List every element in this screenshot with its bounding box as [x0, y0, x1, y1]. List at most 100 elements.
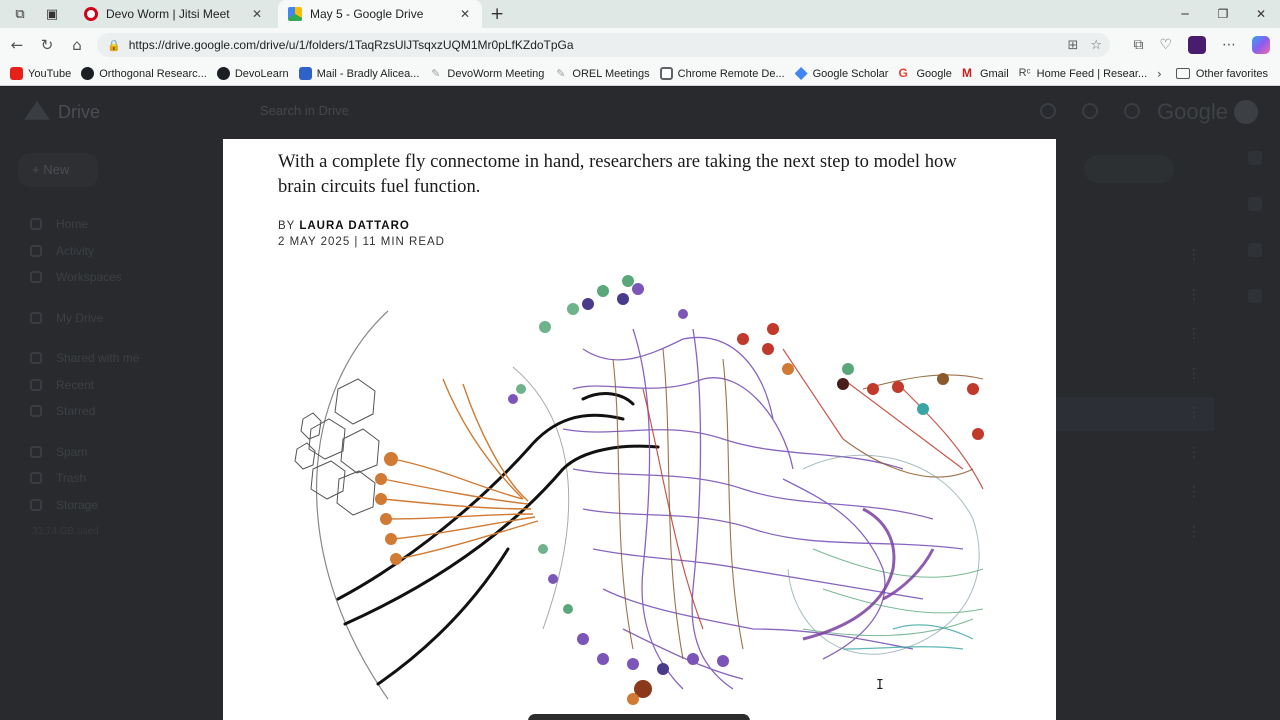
storage-usage: 33.74 GB used: [32, 525, 99, 537]
sidebar-item-workspaces[interactable]: Workspaces: [30, 264, 139, 291]
refresh-icon[interactable]: ↻: [32, 36, 62, 54]
more-actions-icon[interactable]: ⋮: [1187, 484, 1201, 524]
article-author: LAURA DATTARO: [299, 220, 410, 232]
sidebar-item-label: Starred: [56, 404, 96, 419]
close-tab-icon[interactable]: ✕: [458, 7, 472, 21]
tab-jitsi[interactable]: Devo Worm | Jitsi Meet ✕: [74, 0, 274, 28]
sidebar-item-label: Spam: [56, 444, 88, 459]
url-text[interactable]: https://drive.google.com/drive/u/1/folde…: [129, 38, 574, 52]
view-toggle[interactable]: [1084, 155, 1174, 183]
contacts-icon[interactable]: [1248, 289, 1262, 303]
more-actions-icon[interactable]: ⋮: [1187, 445, 1201, 485]
sidebar-item-shared[interactable]: Shared with me: [30, 345, 139, 372]
workspaces-icon[interactable]: ⧉: [10, 4, 30, 24]
keep-icon[interactable]: [1248, 197, 1262, 211]
side-panel-rail: [1248, 151, 1262, 335]
article-byline: BY LAURA DATTARO: [278, 220, 410, 232]
drive-logo: Drive: [24, 101, 100, 123]
close-window-icon[interactable]: ✕: [1242, 0, 1280, 28]
bookmark-devoworm-meeting[interactable]: ✎ DevoWorm Meeting: [429, 67, 544, 80]
bookmark-youtube[interactable]: YouTube: [10, 67, 71, 80]
tab-title: Devo Worm | Jitsi Meet: [106, 7, 230, 21]
back-icon[interactable]: ←: [2, 36, 32, 54]
bookmark-devolearn[interactable]: DevoLearn: [216, 67, 289, 80]
workspaces-icon: [30, 271, 42, 284]
youtube-icon: [10, 67, 23, 80]
star-icon: [30, 405, 42, 418]
bookmark-google-scholar[interactable]: Google Scholar: [794, 67, 888, 80]
tab-google-drive[interactable]: May 5 - Google Drive ✕: [278, 0, 482, 28]
sidebar-item-label: My Drive: [56, 310, 104, 325]
restore-icon[interactable]: ❐: [1204, 0, 1242, 28]
bookmark-researchgate[interactable]: Rᶜ Home Feed | Resear...: [1019, 67, 1147, 80]
sidebar-item-label: Activity: [56, 243, 95, 258]
sidebar-item-label: Workspaces: [56, 270, 122, 285]
folder-icon: [1175, 68, 1190, 79]
apps-grid-icon[interactable]: [1124, 103, 1140, 119]
bookmark-label: DevoWorm Meeting: [447, 67, 545, 80]
sidebar-item-label: Storage: [56, 497, 99, 512]
favorite-star-icon[interactable]: ☆: [1090, 38, 1102, 53]
address-toolbar: ← ↻ ⌂ 🔒 https://drive.google.com/drive/u…: [0, 28, 1280, 62]
sidebar-item-starred[interactable]: Starred: [30, 398, 139, 425]
home-icon[interactable]: ⌂: [62, 36, 92, 54]
fly-connectome-illustration: [294, 275, 984, 705]
sidebar-item-storage[interactable]: Storage: [30, 492, 139, 519]
bookmark-mail[interactable]: Mail - Bradly Alicea...: [298, 67, 419, 80]
bookmark-label: Google: [916, 67, 952, 80]
bookmark-orthogonal[interactable]: Orthogonal Researc...: [81, 67, 207, 80]
other-favorites-folder[interactable]: Other favorites: [1175, 67, 1268, 80]
new-button[interactable]: + New: [18, 153, 98, 187]
sidebar-item-spam[interactable]: Spam: [30, 439, 139, 466]
tasks-icon[interactable]: [1248, 243, 1262, 257]
sidebar-item-recent[interactable]: Recent: [30, 372, 139, 399]
video-control-bar[interactable]: [528, 714, 750, 720]
feather-icon: ✎: [431, 67, 441, 80]
vertical-tabs-icon[interactable]: ▣: [42, 4, 62, 24]
more-actions-icon[interactable]: ⋮: [1187, 247, 1201, 287]
cloud-icon: [30, 498, 42, 511]
minimize-icon[interactable]: ─: [1166, 0, 1204, 28]
more-actions-icon[interactable]: ⋮: [1187, 524, 1201, 564]
drive-search-input[interactable]: Search in Drive: [224, 97, 804, 125]
address-bar[interactable]: 🔒 https://drive.google.com/drive/u/1/fol…: [97, 33, 1110, 57]
bookmark-gmail[interactable]: M Gmail: [962, 67, 1009, 80]
other-favorites-label: Other favorites: [1195, 67, 1268, 80]
more-actions-icon[interactable]: ⋮: [1187, 287, 1201, 327]
extensions-icon[interactable]: ⧉: [1133, 37, 1143, 53]
tab-title: May 5 - Google Drive: [310, 7, 424, 21]
bookmark-label: Home Feed | Resear...: [1036, 67, 1148, 80]
remote-desktop-icon: [659, 67, 673, 80]
more-actions-icon[interactable]: ⋮: [1187, 366, 1201, 406]
browser-essentials-icon[interactable]: ♡: [1159, 37, 1172, 53]
sidebar-item-home[interactable]: Home: [30, 211, 139, 238]
bookmark-orel-meetings[interactable]: ✎ OREL Meetings: [554, 67, 649, 80]
more-menu-icon[interactable]: ⋯: [1222, 37, 1236, 53]
bookmark-google[interactable]: G Google: [898, 67, 951, 80]
github-icon: [216, 67, 230, 80]
settings-icon[interactable]: [1082, 103, 1098, 119]
calendar-icon[interactable]: [1248, 151, 1262, 165]
bookmark-chrome-remote[interactable]: Chrome Remote De...: [659, 67, 785, 80]
article-subtitle: With a complete fly connectome in hand, …: [278, 151, 957, 197]
copilot-icon[interactable]: [1252, 36, 1270, 54]
drive-logo-icon: [24, 101, 50, 120]
sidebar-item-trash[interactable]: Trash: [30, 465, 139, 492]
byline-prefix: BY: [278, 220, 296, 232]
help-icon[interactable]: [1040, 103, 1056, 119]
app-available-icon[interactable]: ⊞: [1067, 38, 1078, 53]
document-preview: With a complete fly connectome in hand, …: [223, 139, 1056, 720]
bookmarks-overflow-chevron-icon[interactable]: ›: [1157, 67, 1162, 81]
sidebar-item-label: Recent: [56, 377, 95, 392]
extension-purple-icon[interactable]: [1188, 36, 1206, 54]
close-tab-icon[interactable]: ✕: [250, 7, 264, 21]
new-tab-button[interactable]: +: [490, 4, 504, 24]
more-actions-icon[interactable]: ⋮: [1187, 326, 1201, 366]
sidebar-item-activity[interactable]: Activity: [30, 238, 139, 265]
avatar[interactable]: [1234, 100, 1258, 124]
more-actions-icon[interactable]: ⋮: [1187, 405, 1201, 445]
bookmark-label: YouTube: [28, 67, 72, 80]
site-info-icon[interactable]: 🔒: [107, 39, 121, 52]
my-drive-icon: [30, 311, 42, 324]
sidebar-item-my-drive[interactable]: My Drive: [30, 305, 139, 332]
